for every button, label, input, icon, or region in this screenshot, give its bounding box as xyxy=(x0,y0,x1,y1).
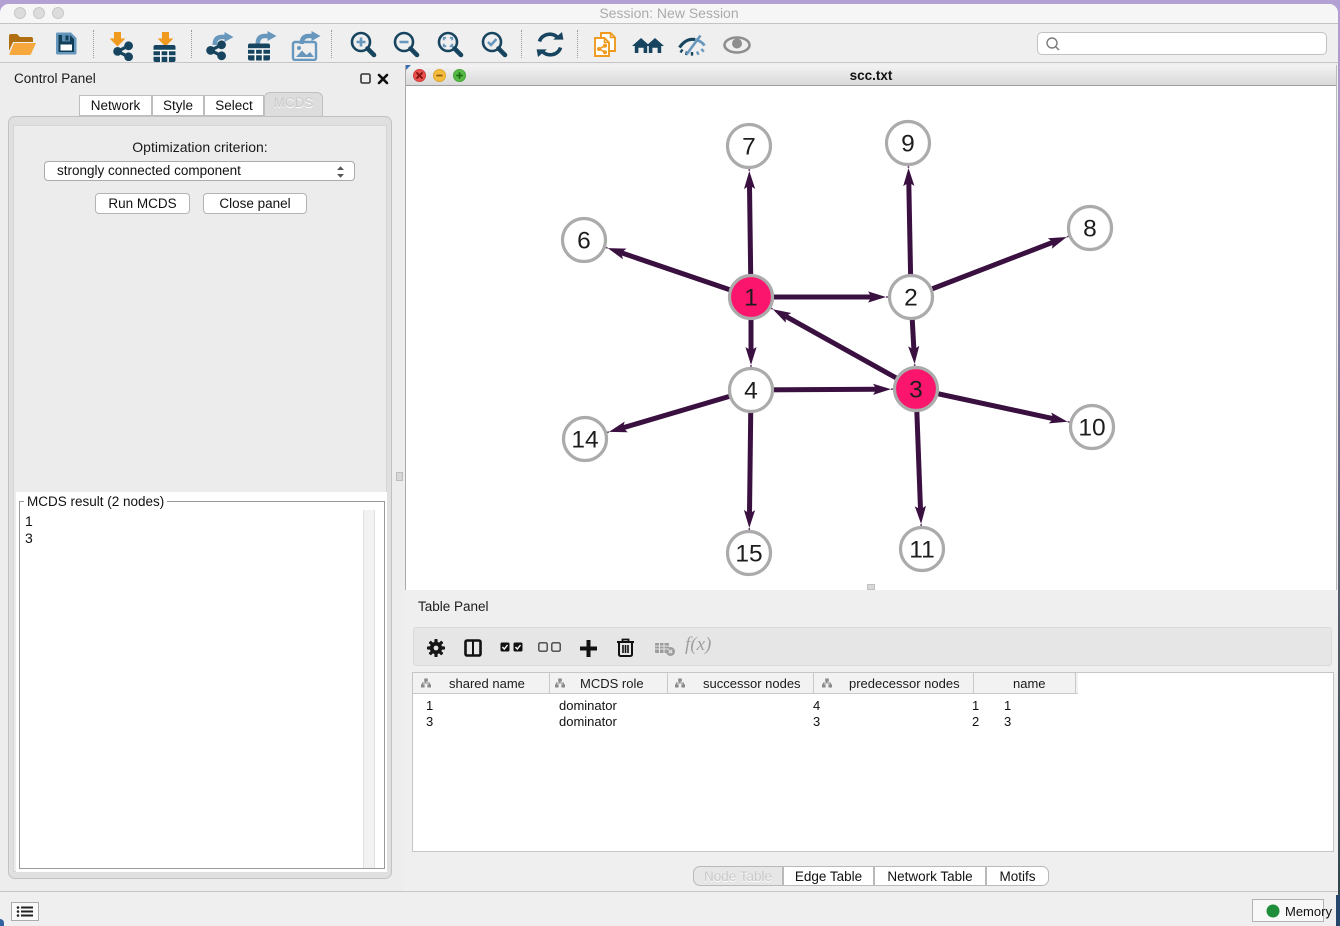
svg-text:3: 3 xyxy=(909,377,923,404)
svg-text:10: 10 xyxy=(1078,415,1105,442)
svg-text:11: 11 xyxy=(909,537,934,564)
svg-text:8: 8 xyxy=(1083,216,1097,243)
svg-text:15: 15 xyxy=(735,541,762,568)
svg-text:14: 14 xyxy=(571,427,598,454)
svg-text:7: 7 xyxy=(742,134,756,161)
svg-text:1: 1 xyxy=(744,285,758,312)
svg-text:6: 6 xyxy=(577,228,591,255)
svg-text:9: 9 xyxy=(901,131,915,158)
svg-text:4: 4 xyxy=(744,378,758,405)
svg-text:2: 2 xyxy=(904,285,918,312)
